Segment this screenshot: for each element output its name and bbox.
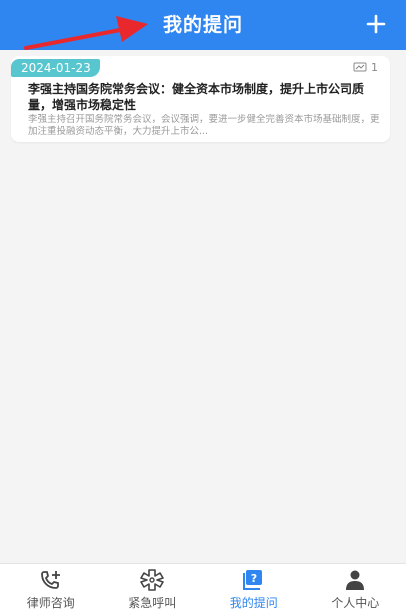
phone-add-icon [40,571,60,589]
tab-label: 律师咨询 [26,596,75,610]
tab-lawyer-consult[interactable]: 律师咨询 [0,564,102,611]
tab-label: 紧急呼叫 [128,596,177,610]
date-badge: 2024-01-23 [11,59,100,77]
reply-count-value: 1 [371,61,378,74]
comment-icon [353,62,367,72]
plus-icon [366,14,386,34]
watermark [256,566,406,611]
question-title: 李强主持国务院常务会议：健全资本市场制度，提升上市公司质量，增强市场稳定性 [28,82,365,112]
question-summary: 李强主持召开国务院常务会议，会议强调，要进一步健全完善资本市场基础制度，更加注重… [28,114,380,137]
tab-emergency-call[interactable]: 紧急呼叫 [102,564,204,611]
medical-cross-icon [140,569,165,591]
question-card[interactable]: 2024-01-23 1 李强主持国务院常务会议：健全资本市场制度，提升上市公司… [11,56,390,142]
reply-count: 1 [353,61,378,74]
red-arrow-annotation [24,16,148,50]
add-question-button[interactable] [362,10,390,38]
